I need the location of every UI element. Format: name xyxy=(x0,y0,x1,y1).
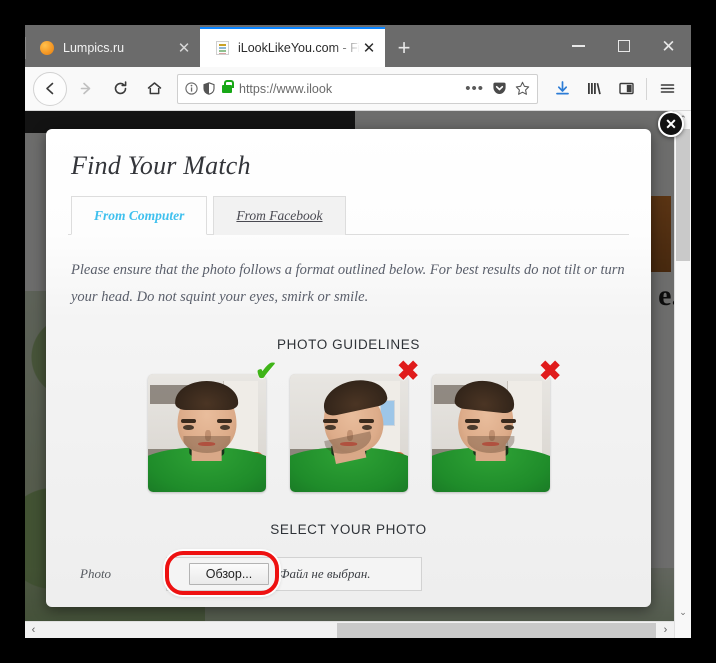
tab-label: From Computer xyxy=(94,208,185,223)
instructions-text: Please ensure that the photo follows a f… xyxy=(71,262,625,305)
vertical-scrollbar[interactable]: ⌃ ⌄ xyxy=(674,111,691,638)
cross-icon: ✖ xyxy=(538,355,562,386)
close-window-button[interactable]: ✕ xyxy=(646,25,691,67)
pocket-icon[interactable] xyxy=(492,81,507,96)
download-icon[interactable] xyxy=(546,72,578,106)
tab-label: From Facebook xyxy=(236,208,323,223)
tab-title: iLookLikeYou.com - Find m xyxy=(238,41,359,55)
navigation-toolbar: https://www.ilook ••• xyxy=(25,67,691,111)
new-tab-button[interactable]: + xyxy=(385,29,423,67)
tab-title: Lumpics.ru xyxy=(63,41,125,55)
padlock-icon xyxy=(222,79,234,93)
horizontal-scrollbar-thumb[interactable] xyxy=(337,622,656,638)
horizontal-scrollbar[interactable]: ‹ › xyxy=(25,621,674,638)
file-upload-row: Photo Обзор... Файл не выбран. xyxy=(68,550,629,595)
close-icon[interactable]: ✕ xyxy=(359,38,379,58)
photo-guidelines-list: ✔ ✖ ✖ xyxy=(68,357,629,492)
select-photo-heading: SELECT YOUR PHOTO xyxy=(270,521,427,537)
scroll-right-button[interactable]: › xyxy=(657,622,674,639)
window-controls: ✕ xyxy=(556,25,691,67)
close-icon[interactable]: ✕ xyxy=(174,38,194,58)
photo-thumbnail xyxy=(147,373,266,492)
find-your-match-modal: Find Your Match From Computer From Faceb… xyxy=(46,129,651,607)
tab-from-computer[interactable]: From Computer xyxy=(71,196,208,235)
close-icon[interactable]: ✕ xyxy=(658,111,684,137)
address-bar[interactable]: https://www.ilook ••• xyxy=(177,73,538,104)
tab-strip: Lumpics.ru ✕ iLookLikeYou.com - Find m ✕… xyxy=(25,25,691,67)
scroll-down-button[interactable]: ⌄ xyxy=(675,604,691,621)
info-icon[interactable] xyxy=(185,82,198,95)
guideline-photo-2: ✖ xyxy=(289,357,420,492)
modal-tabs: From Computer From Facebook xyxy=(68,195,629,235)
tab-lumpics[interactable]: Lumpics.ru ✕ xyxy=(25,29,200,67)
url-text[interactable]: https://www.ilook xyxy=(239,82,465,96)
star-icon[interactable] xyxy=(515,81,530,96)
browse-button[interactable]: Обзор... xyxy=(189,562,269,585)
file-status-text: Файл не выбран. xyxy=(279,565,371,581)
forward-button[interactable] xyxy=(69,72,103,106)
guideline-photo-1: ✔ xyxy=(147,357,278,492)
shield-icon[interactable] xyxy=(203,82,215,95)
cross-icon: ✖ xyxy=(396,355,420,386)
sidebar-icon[interactable] xyxy=(610,72,642,106)
guideline-photo-3: ✖ xyxy=(431,357,562,492)
checkmark-icon: ✔ xyxy=(254,355,278,386)
orange-circle-icon xyxy=(39,40,55,56)
horizontal-scrollbar-track[interactable] xyxy=(42,622,657,639)
document-icon xyxy=(214,40,230,56)
reload-button[interactable] xyxy=(103,72,137,106)
menu-icon[interactable] xyxy=(651,72,683,106)
photo-guidelines-heading: PHOTO GUIDELINES xyxy=(277,336,420,352)
page-content: e. Find Your Match From Computer From Fa… xyxy=(25,111,691,638)
photo-thumbnail xyxy=(431,373,550,492)
library-icon[interactable] xyxy=(578,72,610,106)
browser-window: Lumpics.ru ✕ iLookLikeYou.com - Find m ✕… xyxy=(25,25,691,638)
photo-file-input[interactable]: Обзор... Файл не выбран. xyxy=(166,556,422,591)
scroll-left-button[interactable]: ‹ xyxy=(25,622,42,639)
tab-from-facebook[interactable]: From Facebook xyxy=(213,196,346,235)
toolbar-icons xyxy=(546,72,683,106)
back-button[interactable] xyxy=(33,71,67,106)
maximize-button[interactable] xyxy=(601,25,646,67)
home-button[interactable] xyxy=(137,72,171,106)
tab-ilooklikeyou[interactable]: iLookLikeYou.com - Find m ✕ xyxy=(200,27,385,67)
toolbar-divider xyxy=(646,77,647,100)
vertical-scrollbar-thumb[interactable] xyxy=(676,129,690,261)
photo-thumbnail xyxy=(289,373,408,492)
photo-field-label: Photo xyxy=(80,565,112,581)
page-title: Find Your Match xyxy=(71,151,251,180)
page-actions-icon[interactable]: ••• xyxy=(465,81,484,96)
minimize-button[interactable] xyxy=(556,25,601,67)
